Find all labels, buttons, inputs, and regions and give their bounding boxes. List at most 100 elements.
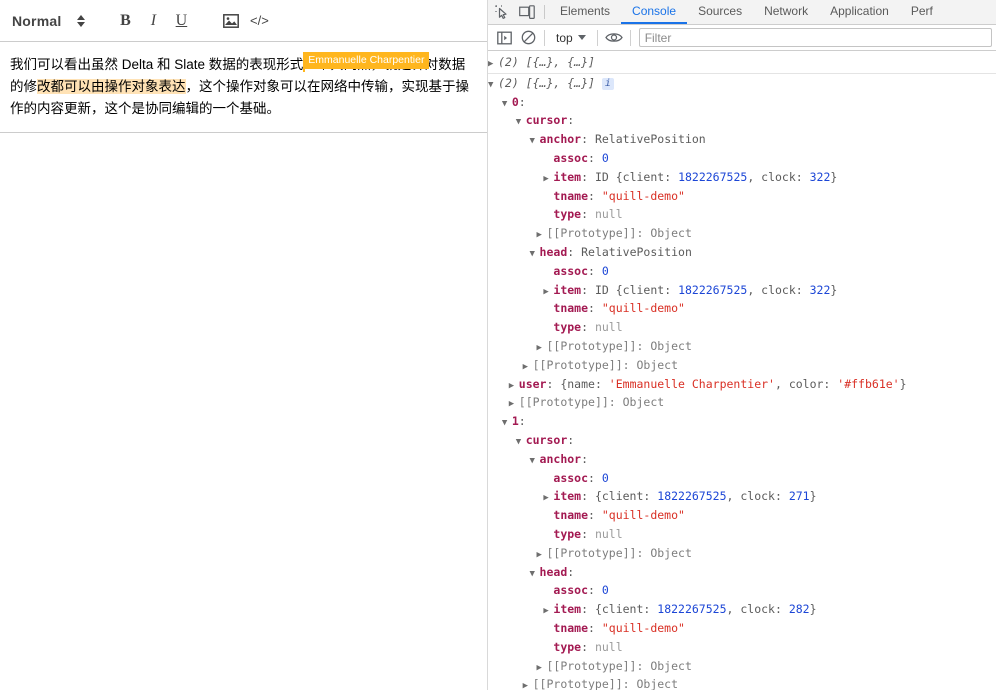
- prop-value: "quill-demo": [601, 188, 685, 203]
- prop-value: "quill-demo": [601, 301, 685, 316]
- editor-selection-highlight: 改都可以由操作对象表达: [37, 79, 186, 94]
- prop-value: null: [594, 207, 623, 222]
- devtools-panel: Elements Console Sources Network Applica…: [488, 0, 996, 690]
- prop-key: anchor: [539, 132, 582, 147]
- editor-text-a: 我们可以看出虽然 Delta 和 Slate 数据的表现形式: [10, 57, 304, 72]
- prop-key-assoc: assoc: [553, 583, 589, 598]
- chevron-down-icon: [577, 35, 586, 40]
- prototype-row: [[Prototype]]: Object: [518, 395, 665, 410]
- prototype-row: [[Prototype]]: Object: [532, 677, 679, 690]
- editor-text-d: ，这个操作对象可以在网络中传: [185, 79, 375, 94]
- code-icon[interactable]: </>: [245, 9, 273, 33]
- image-icon[interactable]: [217, 9, 245, 33]
- console-filter-input[interactable]: [638, 28, 992, 47]
- collapse-arrow[interactable]: [516, 433, 526, 452]
- class-name: RelativePosition: [581, 244, 692, 259]
- prop-key-type: type: [553, 639, 582, 654]
- prop-key-assoc: assoc: [553, 150, 589, 165]
- format-picker[interactable]: Normal: [10, 13, 89, 29]
- prop-key-item: item: [553, 282, 582, 297]
- console-output[interactable]: (2) [{…}, {…}] (2) [{…}, {…}] i 0: curso…: [488, 51, 996, 690]
- prop-key-tname: tname: [553, 301, 589, 316]
- prop-key-type: type: [553, 320, 582, 335]
- expand-arrow[interactable]: [543, 170, 553, 189]
- quill-editor-pane: Normal B I U </> 我们可以看出虽然 Delta 和 Slate …: [0, 0, 488, 690]
- tabbar-divider: [544, 5, 545, 19]
- item-client: 1822267525: [657, 602, 727, 617]
- editor-paragraph: 我们可以看出虽然 Delta 和 Slate 数据的表现形式 Emmanuelle…: [10, 52, 475, 120]
- prop-key-tname: tname: [553, 508, 589, 523]
- item-client: 1822267525: [678, 169, 748, 184]
- collapse-arrow[interactable]: [530, 452, 540, 471]
- toolbar-divider-3: [629, 29, 631, 46]
- tab-network[interactable]: Network: [753, 0, 819, 24]
- tab-console[interactable]: Console: [621, 0, 688, 24]
- expand-arrow[interactable]: [488, 55, 498, 74]
- insert-group: </>: [195, 9, 273, 33]
- tab-elements[interactable]: Elements: [549, 0, 621, 24]
- clear-console-icon[interactable]: [517, 28, 539, 48]
- text-style-group: B I U: [89, 9, 195, 33]
- prop-value: null: [594, 639, 623, 654]
- console-sidebar-icon[interactable]: [493, 28, 515, 48]
- prop-key: cursor: [525, 113, 568, 128]
- toolbar-divider-2: [596, 29, 598, 46]
- info-badge-icon[interactable]: i: [601, 77, 614, 90]
- prop-key: head: [539, 244, 568, 259]
- bold-button[interactable]: B: [111, 9, 139, 33]
- format-picker-label: Normal: [12, 12, 62, 29]
- collapse-arrow[interactable]: [530, 245, 540, 264]
- array-index: 1: [511, 414, 519, 429]
- prop-key: cursor: [525, 432, 568, 447]
- item-client: 1822267525: [678, 282, 748, 297]
- prop-key-assoc: assoc: [553, 263, 589, 278]
- expand-arrow[interactable]: [536, 339, 546, 358]
- prototype-row: [[Prototype]]: Object: [546, 226, 692, 241]
- prototype-row: [[Prototype]]: Object: [546, 545, 692, 560]
- prop-key-assoc: assoc: [553, 470, 589, 485]
- item-clock: 322: [809, 169, 831, 184]
- remote-cursor-name: Emmanuelle Charpentier: [303, 52, 430, 69]
- console-message-collapsed[interactable]: (2) [{…}, {…}]: [488, 53, 996, 74]
- item-clock: 271: [788, 489, 810, 504]
- prop-key-tname: tname: [553, 188, 589, 203]
- collapse-arrow[interactable]: [488, 76, 498, 95]
- inspect-element-icon[interactable]: [491, 2, 513, 22]
- editor-content[interactable]: 我们可以看出虽然 Delta 和 Slate 数据的表现形式 Emmanuelle…: [0, 42, 487, 133]
- prop-key: anchor: [539, 451, 582, 466]
- toolbar-divider-1: [544, 29, 545, 46]
- prop-key-item: item: [553, 602, 582, 617]
- device-toolbar-icon[interactable]: [516, 2, 538, 22]
- expand-arrow[interactable]: [523, 677, 533, 690]
- underline-button[interactable]: U: [167, 9, 195, 33]
- class-name: ID: [594, 169, 609, 184]
- expand-arrow[interactable]: [536, 546, 546, 565]
- prop-value: 0: [601, 150, 609, 165]
- prop-value: "quill-demo": [601, 508, 685, 523]
- array-preview: (2) [{…}, {…}]: [498, 55, 595, 69]
- prop-key-type: type: [553, 207, 582, 222]
- expand-arrow[interactable]: [523, 358, 533, 377]
- devtools-left-icons: [488, 0, 544, 24]
- prop-key-item: item: [553, 169, 582, 184]
- prop-key-item: item: [553, 489, 582, 504]
- prop-value: null: [594, 320, 623, 335]
- execution-context-select[interactable]: top: [550, 31, 592, 45]
- prop-value: 0: [601, 263, 609, 278]
- item-clock: 282: [788, 602, 810, 617]
- prop-value: 0: [601, 583, 609, 598]
- execution-context-label: top: [556, 30, 573, 45]
- italic-button[interactable]: I: [139, 9, 167, 33]
- item-clock: 322: [809, 282, 831, 297]
- live-expression-icon[interactable]: [603, 28, 625, 48]
- tab-performance[interactable]: Perf: [900, 0, 944, 24]
- console-message-expanded[interactable]: (2) [{…}, {…}] i 0: cursor: anchor: Rela…: [488, 74, 996, 690]
- app-root: Normal B I U </> 我们可以看出虽然 Delta 和 Slate …: [0, 0, 996, 690]
- class-name: RelativePosition: [594, 132, 706, 147]
- prop-key-tname: tname: [553, 620, 589, 635]
- prop-key: head: [539, 564, 568, 579]
- devtools-tabbar: Elements Console Sources Network Applica…: [488, 0, 996, 25]
- tab-application[interactable]: Application: [819, 0, 900, 24]
- prototype-row: [[Prototype]]: Object: [546, 658, 692, 673]
- tab-sources[interactable]: Sources: [687, 0, 753, 24]
